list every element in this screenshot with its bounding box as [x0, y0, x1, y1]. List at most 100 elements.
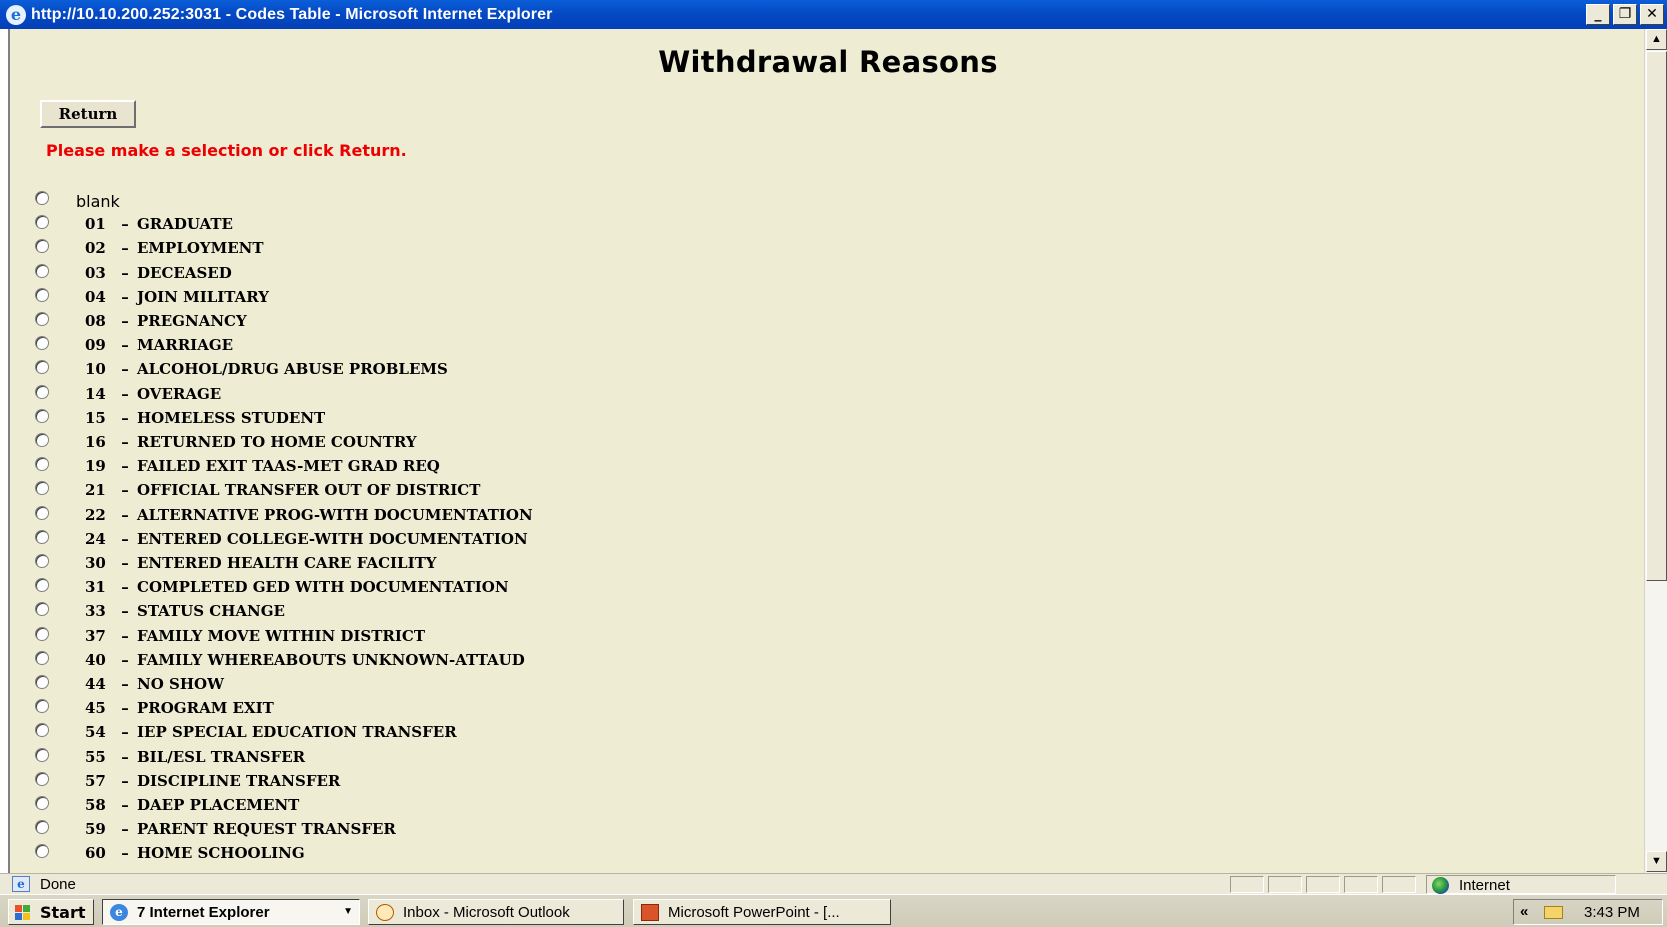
radio-button[interactable]: [35, 385, 49, 399]
option-text: OVERAGE: [137, 385, 222, 403]
option-text: FAILED EXIT TAAS-MET GRAD REQ: [137, 457, 440, 475]
radio-button[interactable]: [35, 506, 49, 520]
task-powerpoint[interactable]: Microsoft PowerPoint - [...: [633, 899, 891, 925]
radio-button[interactable]: [35, 820, 49, 834]
option-label: 33– STATUS CHANGE: [85, 602, 285, 620]
option-row[interactable]: 16– RETURNED TO HOME COUNTRY: [10, 429, 810, 451]
radio-button[interactable]: [35, 602, 49, 616]
radio-button[interactable]: [35, 433, 49, 447]
radio-button[interactable]: [35, 554, 49, 568]
option-row[interactable]: 31– COMPLETED GED WITH DOCUMENTATION: [10, 574, 810, 596]
option-row-blank[interactable]: blank: [10, 187, 810, 211]
option-row[interactable]: 58– DAEP PLACEMENT: [10, 792, 810, 814]
radio-button[interactable]: [35, 578, 49, 592]
option-code: 55: [85, 748, 106, 766]
option-row[interactable]: 37– FAMILY MOVE WITHIN DISTRICT: [10, 623, 810, 645]
option-row[interactable]: 24– ENTERED COLLEGE-WITH DOCUMENTATION: [10, 526, 810, 548]
start-label: Start: [40, 903, 86, 922]
option-code: 03: [85, 264, 106, 282]
option-text: IEP SPECIAL EDUCATION TRANSFER: [137, 723, 457, 741]
radio-button[interactable]: [35, 675, 49, 689]
option-label: 44– NO SHOW: [85, 675, 224, 693]
option-code: 16: [85, 433, 106, 451]
option-row[interactable]: 03– DECEASED: [10, 260, 810, 282]
radio-button[interactable]: [35, 288, 49, 302]
radio-button[interactable]: [35, 651, 49, 665]
task-label: Microsoft PowerPoint - [...: [668, 904, 840, 921]
radio-button[interactable]: [35, 772, 49, 786]
option-code: 58: [85, 796, 106, 814]
option-separator: –: [121, 699, 129, 717]
option-text: STATUS CHANGE: [137, 602, 285, 620]
option-separator: –: [121, 820, 129, 838]
close-icon[interactable]: ✕: [1640, 4, 1664, 25]
radio-button[interactable]: [35, 748, 49, 762]
option-row[interactable]: 55– BIL/ESL TRANSFER: [10, 744, 810, 766]
option-row[interactable]: 10– ALCOHOL/DRUG ABUSE PROBLEMS: [10, 356, 810, 378]
radio-button[interactable]: [35, 457, 49, 471]
option-row[interactable]: 59– PARENT REQUEST TRANSFER: [10, 816, 810, 838]
option-code: 57: [85, 772, 106, 790]
window-title-bar[interactable]: e http://10.10.200.252:3031 - Codes Tabl…: [0, 0, 1667, 29]
start-button[interactable]: Start: [8, 899, 94, 925]
option-row[interactable]: 09– MARRIAGE: [10, 332, 810, 354]
radio-button[interactable]: [35, 844, 49, 858]
option-row[interactable]: 21– OFFICIAL TRANSFER OUT OF DISTRICT: [10, 477, 810, 499]
tray-expand-icon[interactable]: «: [1520, 903, 1528, 920]
radio-button[interactable]: [35, 723, 49, 737]
radio-button[interactable]: [35, 264, 49, 278]
radio-button[interactable]: [35, 530, 49, 544]
return-button[interactable]: Return: [40, 100, 136, 128]
option-code: 10: [85, 360, 106, 378]
radio-button[interactable]: [35, 336, 49, 350]
option-row[interactable]: 54– IEP SPECIAL EDUCATION TRANSFER: [10, 719, 810, 741]
task-internet-explorer[interactable]: e 7 Internet Explorer ▼: [102, 899, 360, 925]
option-row[interactable]: 02– EMPLOYMENT: [10, 235, 810, 257]
task-outlook[interactable]: Inbox - Microsoft Outlook: [368, 899, 624, 925]
option-row[interactable]: 57– DISCIPLINE TRANSFER: [10, 768, 810, 790]
scroll-up-icon[interactable]: ▲: [1646, 29, 1667, 50]
restore-icon[interactable]: ❐: [1613, 4, 1637, 25]
option-row[interactable]: 22– ALTERNATIVE PROG-WITH DOCUMENTATION: [10, 502, 810, 524]
radio-button[interactable]: [35, 481, 49, 495]
scroll-thumb[interactable]: [1646, 51, 1667, 581]
option-text: ALCOHOL/DRUG ABUSE PROBLEMS: [137, 360, 448, 378]
option-code: 04: [85, 288, 106, 306]
option-row[interactable]: 45– PROGRAM EXIT: [10, 695, 810, 717]
option-row[interactable]: 01– GRADUATE: [10, 211, 810, 233]
option-label: 37– FAMILY MOVE WITHIN DISTRICT: [85, 627, 425, 645]
option-code: 08: [85, 312, 106, 330]
option-row[interactable]: 04– JOIN MILITARY: [10, 284, 810, 306]
radio-button[interactable]: [35, 239, 49, 253]
option-code: 19: [85, 457, 106, 475]
option-row[interactable]: 19– FAILED EXIT TAAS-MET GRAD REQ: [10, 453, 810, 475]
option-row[interactable]: 14– OVERAGE: [10, 381, 810, 403]
option-row[interactable]: 30– ENTERED HEALTH CARE FACILITY: [10, 550, 810, 572]
option-label: 22– ALTERNATIVE PROG-WITH DOCUMENTATION: [85, 506, 533, 524]
clock: 3:43 PM: [1584, 904, 1640, 921]
option-row[interactable]: 40– FAMILY WHEREABOUTS UNKNOWN-ATTAUD: [10, 647, 810, 669]
radio-button[interactable]: [35, 409, 49, 423]
radio-button[interactable]: [35, 796, 49, 810]
option-label: 59– PARENT REQUEST TRANSFER: [85, 820, 396, 838]
vertical-scrollbar[interactable]: ▲ ▼: [1644, 29, 1667, 873]
option-text: PREGNANCY: [137, 312, 247, 330]
option-row[interactable]: 15– HOMELESS STUDENT: [10, 405, 810, 427]
option-row[interactable]: 33– STATUS CHANGE: [10, 598, 810, 620]
radio-button[interactable]: [35, 191, 49, 205]
scroll-down-icon[interactable]: ▼: [1646, 851, 1667, 872]
radio-button[interactable]: [35, 215, 49, 229]
option-row[interactable]: 08– PREGNANCY: [10, 308, 810, 330]
radio-button[interactable]: [35, 627, 49, 641]
option-row[interactable]: 44– NO SHOW: [10, 671, 810, 693]
radio-button[interactable]: [35, 312, 49, 326]
window-controls: _ ❐ ✕: [1586, 4, 1664, 25]
option-code: 59: [85, 820, 106, 838]
chevron-down-icon[interactable]: ▼: [343, 906, 353, 917]
mail-icon[interactable]: [1544, 906, 1563, 919]
radio-button[interactable]: [35, 360, 49, 374]
security-zone[interactable]: Internet: [1426, 875, 1616, 894]
radio-button[interactable]: [35, 699, 49, 713]
minimize-icon[interactable]: _: [1586, 4, 1610, 25]
option-row[interactable]: 60– HOME SCHOOLING: [10, 840, 810, 862]
